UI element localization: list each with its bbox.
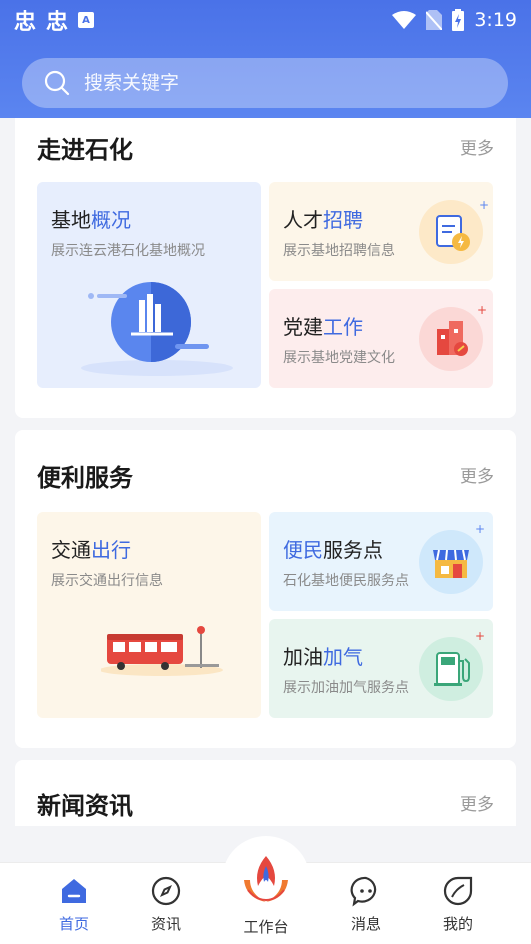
chat-icon: [350, 876, 377, 907]
compass-icon: [151, 876, 181, 906]
tile-title: 加油加气: [283, 645, 363, 669]
sparkle-icon: +: [478, 198, 489, 212]
battery-charging-icon: [452, 9, 465, 31]
nav-home[interactable]: 首页: [44, 875, 104, 934]
nav-label: 首页: [58, 915, 89, 933]
tile-subtitle: 展示基地党建文化: [283, 350, 395, 366]
bus-icon: [101, 626, 223, 676]
nav-label: 消息: [350, 915, 381, 933]
notification-glyph: 忠: [46, 10, 69, 35]
tile-recruitment[interactable]: 人才招聘 展示基地招聘信息 +: [269, 182, 493, 281]
tile-subtitle: 展示交通出行信息: [51, 573, 163, 589]
tile-subtitle: 石化基地便民服务点: [283, 573, 409, 589]
home-icon: [62, 879, 86, 903]
clock: 3:19: [474, 9, 517, 31]
section-title: 新闻资讯: [37, 792, 133, 820]
no-sim-icon: [426, 10, 443, 30]
search-input[interactable]: [84, 72, 464, 94]
tile-service-point[interactable]: 便民服务点 石化基地便民服务点 +: [269, 512, 493, 611]
tile-title: 基地概况: [51, 208, 131, 232]
tile-subtitle: 展示基地招聘信息: [283, 243, 395, 259]
tile-title: 便民服务点: [283, 538, 383, 562]
nav-label: 我的: [442, 915, 473, 933]
building-pie-icon: [81, 282, 233, 376]
nav-mine[interactable]: 我的: [428, 875, 488, 934]
workbench-button[interactable]: [222, 836, 310, 924]
status-right: 3:19: [392, 9, 517, 31]
tile-title: 党建工作: [283, 315, 363, 339]
store-icon: [419, 530, 483, 594]
party-building-icon: [419, 307, 483, 371]
search-bar[interactable]: [22, 58, 508, 108]
tile-subtitle: 展示加油加气服务点: [283, 680, 409, 696]
nav-messages[interactable]: 消息: [336, 875, 396, 934]
sparkle-icon: +: [476, 303, 487, 317]
nav-label-workbench: 工作台: [243, 918, 289, 936]
sparkle-icon: +: [474, 522, 485, 536]
nav-label: 资讯: [150, 915, 181, 933]
app-notification-icon: A: [78, 12, 95, 28]
more-link[interactable]: 更多: [460, 462, 494, 487]
leaf-icon: [443, 876, 473, 906]
nav-news[interactable]: 资讯: [136, 875, 196, 934]
logo-icon: [244, 856, 288, 902]
search-icon: [44, 70, 70, 96]
status-bar: 忠 忠 A 3:19: [0, 0, 531, 40]
tile-transport[interactable]: 交通出行 展示交通出行信息: [37, 512, 261, 718]
section-services: 便利服务 更多 交通出行 展示交通出行信息 便民服务点 石化基地便民服务点 + …: [15, 430, 516, 748]
section-title: 便利服务: [37, 464, 133, 492]
tile-title: 交通出行: [51, 538, 131, 562]
fuel-pump-icon: [419, 637, 483, 701]
status-left: 忠 忠 A: [14, 4, 95, 36]
tile-subtitle: 展示连云港石化基地概况: [51, 243, 205, 259]
section-title: 走进石化: [37, 136, 133, 164]
tile-party-building[interactable]: 党建工作 展示基地党建文化 +: [269, 289, 493, 388]
more-link[interactable]: 更多: [460, 134, 494, 159]
tile-title: 人才招聘: [283, 208, 363, 232]
wifi-icon: [392, 11, 417, 29]
sparkle-icon: +: [474, 629, 485, 643]
section-about: 走进石化 更多 基地概况 展示连云港石化基地概况 人才招聘 展示基地招聘信息 +…: [15, 118, 516, 418]
tile-fuel-station[interactable]: 加油加气 展示加油加气服务点 +: [269, 619, 493, 718]
more-link[interactable]: 更多: [460, 790, 494, 815]
notification-glyph: 忠: [14, 10, 37, 35]
section-news: 新闻资讯 更多: [15, 760, 516, 826]
app-header: 忠 忠 A 3:19: [0, 0, 531, 118]
resume-icon: [419, 200, 483, 264]
tile-base-overview[interactable]: 基地概况 展示连云港石化基地概况: [37, 182, 261, 388]
